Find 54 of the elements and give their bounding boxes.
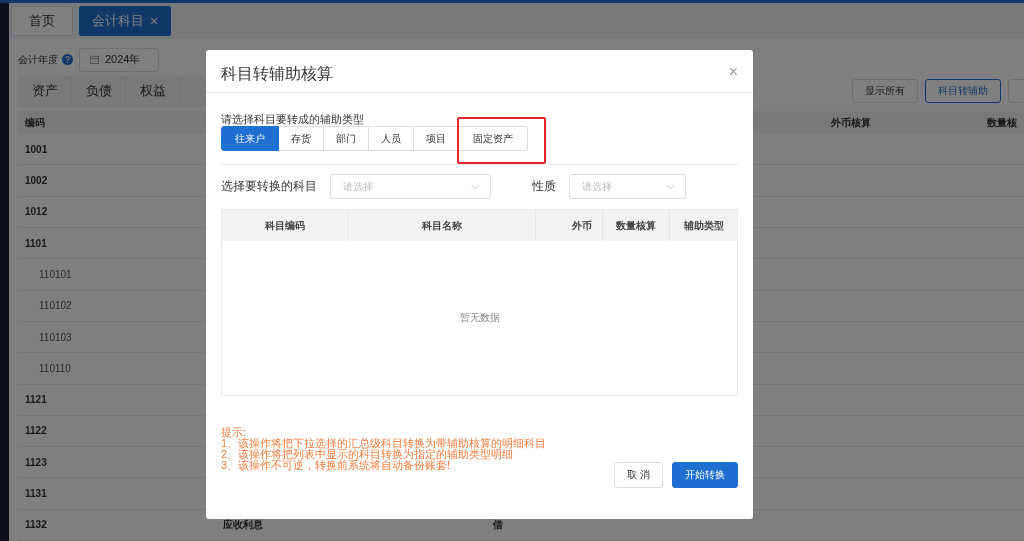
column-header: 数量核算 [616,218,656,233]
type-option[interactable]: 存货 [279,126,324,151]
page-tab[interactable]: 首页 [11,6,73,36]
table-cell: 1002 [25,175,48,187]
category-tab[interactable]: 负债 [72,75,126,107]
table-cell: 1001 [25,143,48,155]
column-header: 数量核 [987,116,1017,128]
chevron-down-icon [666,183,675,190]
prompt-label: 请选择科目要转成的辅助类型 [221,112,365,126]
close-icon[interactable]: × [150,13,159,29]
table-cell: 1123 [25,456,47,468]
column-header: 辅助类型 [683,218,724,233]
tip-text: 1、该操作将把下拉选择的汇总级科目转换为带辅助核算的明细科目 [221,438,548,449]
toolbar-button[interactable]: 科目转辅助 [925,79,1001,104]
field-label: 选择要转换的科目 [221,178,317,195]
page-tab[interactable]: 会计科目 × [79,6,172,36]
type-option[interactable]: 人员 [369,126,414,151]
type-option[interactable]: 往来户 [221,126,279,151]
date-field[interactable]: 2024年 [79,47,159,72]
table-cell: 1122 [25,425,47,437]
table-cell: 110103 [39,331,72,343]
column-header: 外币 [572,218,592,233]
category-tab[interactable]: 权益 [126,75,180,107]
table-cell: 1132 [25,519,47,531]
empty-message: 暂无数据 [459,311,500,325]
start-button[interactable]: 开始转换 [672,462,738,488]
tip-text: 提示: [221,427,248,438]
column-header: 编码 [25,116,45,128]
column-header: 科目名称 [421,218,462,233]
table-cell: 1121 [25,394,47,406]
type-option[interactable]: 项目 [414,126,459,151]
column-header: 外币核算 [830,116,871,128]
column-header: 科目编码 [264,218,305,233]
calendar-icon [90,55,99,65]
field-label: 会计年度 [18,52,58,67]
table-cell: 110101 [39,268,72,280]
table-cell: 应收利息 [223,518,263,530]
table-cell: 借 [493,518,503,530]
type-option[interactable]: 部门 [324,126,369,151]
field-label: 性质 [532,178,556,195]
dialog-title: 科目转辅助核算 [221,63,333,84]
tip-text: 2、该操作将把列表中显示的科目转换为指定的辅助类型明细 [221,449,514,460]
category-tab[interactable]: 资产 [18,75,72,107]
tip-text: 3、该操作不可逆，转换前系统将自动备份账套! [221,460,451,471]
table-cell: 1101 [25,237,47,249]
help-icon[interactable] [62,54,73,66]
cancel-button[interactable]: 取 消 [614,462,663,488]
toolbar-button[interactable]: 显示所有 [852,79,918,104]
table-cell: 1131 [25,488,47,500]
table-cell: 1012 [25,206,48,218]
table-cell: 110102 [39,300,72,312]
table-cell: 110110 [39,362,71,374]
close-button[interactable]: × [728,63,738,81]
chevron-down-icon [471,183,480,190]
